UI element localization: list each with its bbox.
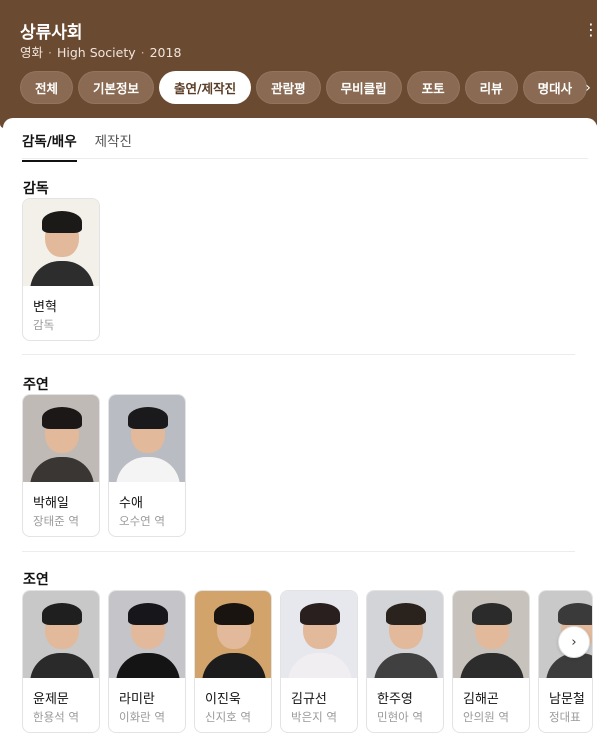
- person-role: 오수연 역: [119, 514, 165, 528]
- person-role: 한용석 역: [33, 710, 79, 724]
- person-role: 감독: [33, 318, 55, 332]
- person-card[interactable]: 수애 오수연 역: [108, 394, 186, 537]
- director-row: 변혁 감독: [22, 198, 100, 341]
- tabs-scroll-right-icon[interactable]: ›: [581, 80, 595, 96]
- person-role: 민현아 역: [377, 710, 423, 724]
- person-role: 신지호 역: [205, 710, 251, 724]
- photo-body: [460, 653, 524, 678]
- tab-movie-clips[interactable]: 무비클립: [325, 71, 402, 104]
- person-role: 정대표: [549, 710, 581, 724]
- photo-body: [30, 457, 94, 482]
- meta-english-title: High Society: [57, 45, 136, 60]
- section-divider: [22, 354, 575, 355]
- photo-hair: [472, 603, 512, 625]
- subtitle: 영화 · High Society · 2018: [20, 45, 182, 60]
- photo-body: [116, 457, 180, 482]
- photo-hair: [300, 603, 340, 625]
- more-options-icon[interactable]: ⋮: [583, 22, 597, 38]
- person-photo: [367, 591, 443, 678]
- cast-panel: 감독/배우 제작진 감독 변혁 감독 주연 박해일 장태준 역 수애 오수연 역…: [3, 118, 597, 754]
- photo-hair: [214, 603, 254, 625]
- meta-type: 영화: [20, 45, 44, 60]
- photo-hair: [42, 211, 82, 233]
- header: 상류사회 영화 · High Society · 2018 ⋮ 전체 기본정보 출연/제…: [0, 0, 597, 128]
- person-photo: [109, 591, 185, 678]
- person-card[interactable]: 이진욱 신지호 역: [194, 590, 272, 733]
- person-photo: [453, 591, 529, 678]
- photo-hair: [128, 603, 168, 625]
- page-title: 상류사회: [20, 23, 83, 43]
- tab-bar: 전체 기본정보 출연/제작진 관람평 무비클립 포토 리뷰 명대사: [20, 71, 588, 104]
- lead-row: 박해일 장태준 역 수애 오수연 역: [22, 394, 186, 537]
- photo-body: [30, 653, 94, 678]
- section-divider: [22, 551, 575, 552]
- person-photo: [109, 395, 185, 482]
- person-name: 라미란: [119, 692, 155, 707]
- photo-hair: [42, 407, 82, 429]
- supporting-row: 윤제문 한용석 역 라미란 이화란 역 이진욱 신지호 역 김규선 박은지 역 …: [22, 590, 593, 733]
- person-photo: [281, 591, 357, 678]
- subtab-divider: [22, 158, 588, 159]
- person-name: 윤제문: [33, 692, 69, 707]
- person-photo: [23, 591, 99, 678]
- person-name: 수애: [119, 496, 143, 511]
- person-role: 이화란 역: [119, 710, 165, 724]
- tab-review-articles[interactable]: 리뷰: [464, 71, 518, 104]
- person-role: 박은지 역: [291, 710, 337, 724]
- photo-hair: [386, 603, 426, 625]
- person-name: 김규선: [291, 692, 327, 707]
- section-title-supporting: 조연: [23, 572, 49, 588]
- person-photo: [23, 395, 99, 482]
- person-role: 장태준 역: [33, 514, 79, 528]
- tab-cast-crew[interactable]: 출연/제작진: [159, 71, 252, 104]
- chevron-right-icon: ›: [571, 634, 577, 650]
- tab-all[interactable]: 전체: [20, 71, 74, 104]
- carousel-next-button[interactable]: ›: [558, 626, 590, 658]
- person-photo: [195, 591, 271, 678]
- photo-hair: [42, 603, 82, 625]
- person-card[interactable]: 박해일 장태준 역: [22, 394, 100, 537]
- person-card[interactable]: 김규선 박은지 역: [280, 590, 358, 733]
- tab-basic-info[interactable]: 기본정보: [78, 71, 155, 104]
- photo-hair: [128, 407, 168, 429]
- person-name: 김해곤: [463, 692, 499, 707]
- person-card[interactable]: 한주영 민현아 역: [366, 590, 444, 733]
- photo-body: [30, 261, 94, 286]
- person-card[interactable]: 윤제문 한용석 역: [22, 590, 100, 733]
- meta-year: 2018: [149, 45, 182, 60]
- photo-hair: [558, 603, 592, 625]
- person-name: 남문철: [549, 692, 585, 707]
- person-name: 한주영: [377, 692, 413, 707]
- section-title-director: 감독: [23, 181, 49, 197]
- tab-quotes[interactable]: 명대사: [522, 71, 588, 104]
- person-name: 박해일: [33, 496, 69, 511]
- photo-body: [374, 653, 438, 678]
- person-role: 안의원 역: [463, 710, 509, 724]
- photo-body: [116, 653, 180, 678]
- person-card[interactable]: 변혁 감독: [22, 198, 100, 341]
- tab-reviews[interactable]: 관람평: [256, 71, 321, 104]
- person-card[interactable]: 김해곤 안의원 역: [452, 590, 530, 733]
- person-photo: [23, 199, 99, 286]
- section-title-lead: 주연: [23, 377, 49, 393]
- person-name: 변혁: [33, 300, 57, 315]
- person-card[interactable]: 라미란 이화란 역: [108, 590, 186, 733]
- person-name: 이진욱: [205, 692, 241, 707]
- person-card[interactable]: 남문철 정대표: [538, 590, 593, 733]
- tab-photos[interactable]: 포토: [406, 71, 460, 104]
- photo-body: [202, 653, 266, 678]
- photo-body: [288, 653, 352, 678]
